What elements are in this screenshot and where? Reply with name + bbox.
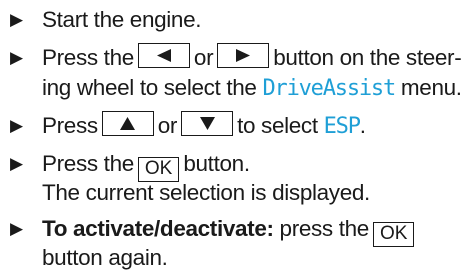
triangle-bullet-icon: ▶	[10, 48, 23, 67]
step-select-menu: ▶ Press the or button on the steer-	[10, 42, 462, 73]
triangle-bullet-icon: ▶	[10, 154, 23, 173]
step-text: The current selection is displayed.	[42, 180, 370, 205]
step-text: .	[359, 113, 366, 138]
up-button-key	[101, 111, 154, 136]
step-text: button on the steer-	[273, 45, 462, 70]
step-text: Press the	[42, 45, 134, 70]
step-text: Start the engine.	[42, 7, 202, 32]
triangle-bullet-icon: ▶	[10, 219, 23, 238]
or-text: or	[157, 113, 178, 138]
left-button-key	[137, 43, 190, 68]
triangle-down-icon	[199, 117, 215, 130]
ok-button-key: OK	[372, 222, 415, 247]
menu-name: DriveAssist	[262, 76, 397, 101]
step-text: menu.	[400, 75, 462, 100]
step-text: Press the	[42, 151, 134, 176]
step-text: to select	[237, 113, 318, 138]
triangle-bullet-icon: ▶	[10, 10, 23, 29]
step-activate-deactivate-continued: button again.	[42, 242, 168, 273]
step-text: ing wheel to select the	[42, 75, 257, 100]
step-text: button again.	[42, 245, 168, 270]
step-press-ok-result: The current selection is displayed.	[42, 177, 370, 208]
triangle-right-icon	[236, 49, 251, 62]
right-button-key	[217, 43, 270, 68]
step-select-esp: ▶ Press or to select ESP.	[10, 110, 366, 142]
step-select-menu-continued: ing wheel to select the DriveAssist menu…	[42, 72, 462, 104]
or-text: or	[193, 45, 214, 70]
step-text: button.	[183, 151, 250, 176]
step-start-engine: ▶ Start the engine.	[10, 4, 202, 35]
triangle-up-icon	[120, 117, 136, 130]
triangle-bullet-icon: ▶	[10, 116, 23, 135]
step-text: press the	[279, 216, 370, 241]
step-text: Press	[42, 113, 98, 138]
down-button-key	[181, 111, 234, 136]
esp-item: ESP	[323, 114, 361, 139]
triangle-left-icon	[156, 49, 171, 62]
step-label: To activate/deactivate:	[42, 216, 274, 241]
